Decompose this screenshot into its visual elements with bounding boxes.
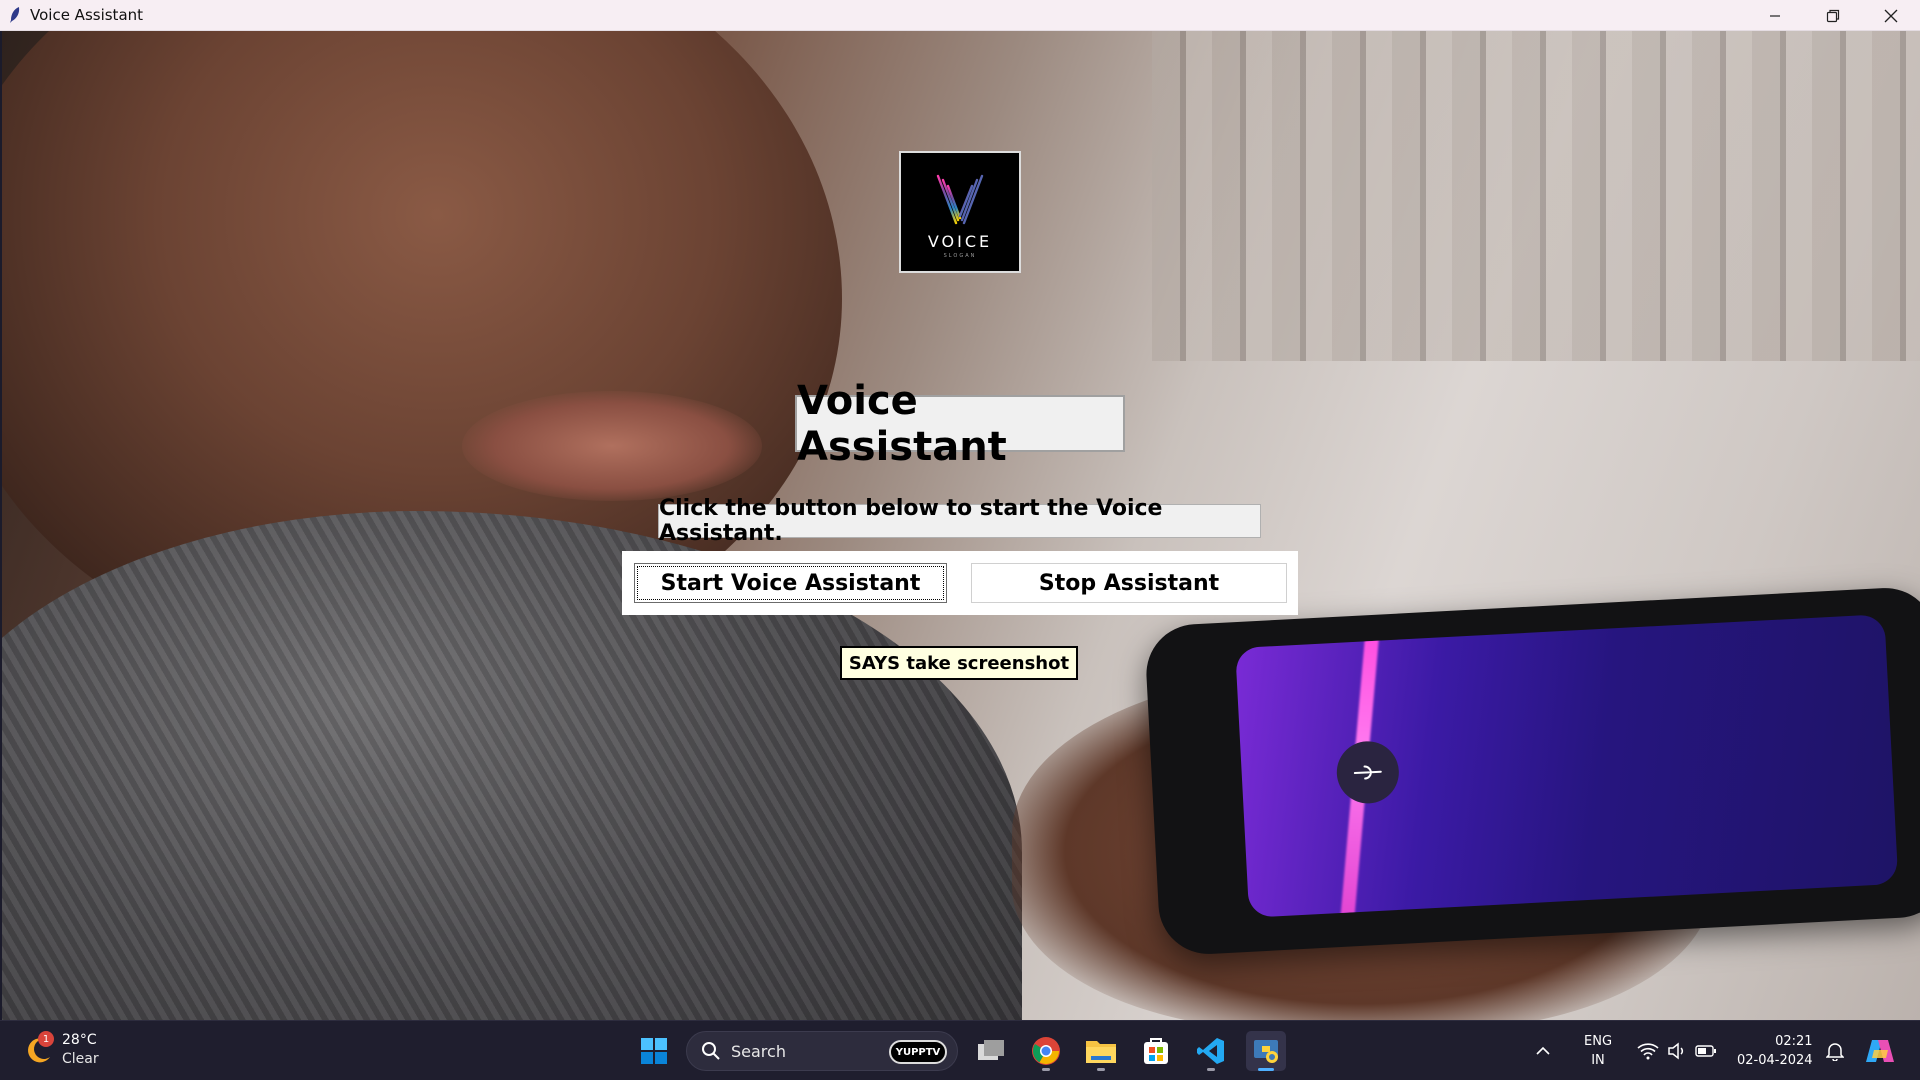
chrome-icon	[1032, 1037, 1060, 1065]
microsoft-store-button[interactable]	[1136, 1031, 1176, 1071]
python-icon	[1254, 1040, 1278, 1063]
restore-icon	[1826, 9, 1840, 22]
feather-app-icon	[0, 0, 30, 31]
minimize-button[interactable]	[1746, 0, 1804, 31]
show-hidden-icons-button[interactable]	[1535, 1021, 1551, 1080]
clock[interactable]: 02:21 02-04-2024	[1737, 1021, 1813, 1080]
status-label: SAYS take screenshot	[840, 646, 1078, 680]
instruction-label: Click the button below to start the Voic…	[658, 496, 1261, 546]
weather-condition: Clear	[62, 1051, 99, 1067]
windows-icon	[641, 1038, 667, 1064]
minimize-icon	[1770, 14, 1780, 17]
background-lips	[462, 391, 762, 501]
weather-badge: 1	[38, 1031, 54, 1047]
taskbar: 1 28°C Clear Search YUPPTV ENG IN 02:21 …	[0, 1020, 1920, 1080]
start-voice-assistant-button[interactable]: Start Voice Assistant	[634, 563, 947, 603]
language-line1: ENG	[1584, 1034, 1613, 1049]
bell-icon	[1826, 1043, 1844, 1061]
voice-logo-icon	[936, 174, 984, 225]
task-view-icon	[978, 1040, 1004, 1060]
file-explorer-button[interactable]	[1081, 1031, 1121, 1071]
store-icon	[1144, 1038, 1168, 1064]
stop-assistant-button[interactable]: Stop Assistant	[971, 563, 1287, 603]
battery-icon	[1695, 1045, 1716, 1057]
chevron-up-icon	[1536, 1046, 1550, 1055]
weather-widget[interactable]: 1 28°C Clear	[22, 1031, 99, 1069]
start-button[interactable]	[634, 1031, 674, 1071]
phone-mic-icon	[1335, 739, 1401, 805]
vscode-icon	[1197, 1038, 1224, 1064]
logo-subtext: SLOGAN	[943, 253, 977, 259]
title-bar: Voice Assistant	[0, 0, 1920, 31]
language-line2: IN	[1591, 1053, 1605, 1068]
chrome-button[interactable]	[1026, 1031, 1066, 1071]
app-heading: Voice Assistant	[795, 378, 1125, 470]
taskbar-search[interactable]: Search YUPPTV	[686, 1031, 958, 1071]
restore-button[interactable]	[1804, 0, 1862, 31]
search-icon	[702, 1042, 720, 1060]
moon-icon: 1	[22, 1031, 56, 1067]
system-tray-quick-settings[interactable]	[1637, 1021, 1717, 1080]
voice-logo: VOICE SLOGAN	[899, 151, 1021, 273]
copilot-icon	[1866, 1040, 1894, 1062]
phone-screen	[1235, 614, 1899, 918]
python-app-button[interactable]	[1246, 1031, 1286, 1071]
window-title: Voice Assistant	[30, 6, 144, 24]
search-label: Search	[731, 1041, 786, 1061]
clock-date: 02-04-2024	[1737, 1053, 1813, 1068]
logo-text: VOICE	[927, 232, 993, 251]
weather-temperature: 28°C	[62, 1032, 97, 1048]
background-wall	[1152, 31, 1920, 361]
language-indicator[interactable]: ENG IN	[1584, 1021, 1612, 1080]
wifi-icon	[1637, 1043, 1659, 1060]
close-icon	[1884, 9, 1898, 22]
background-phone	[1143, 585, 1920, 957]
button-frame: Start Voice Assistant Stop Assistant	[622, 551, 1298, 615]
vscode-button[interactable]	[1191, 1031, 1231, 1071]
close-button[interactable]	[1862, 0, 1920, 31]
notifications-button[interactable]	[1826, 1021, 1844, 1080]
yupptv-badge: YUPPTV	[889, 1040, 947, 1064]
clock-time: 02:21	[1775, 1034, 1813, 1049]
task-view-button[interactable]	[971, 1031, 1011, 1071]
volume-icon	[1668, 1042, 1684, 1060]
folder-icon	[1086, 1041, 1116, 1063]
copilot-button[interactable]	[1864, 1021, 1896, 1080]
